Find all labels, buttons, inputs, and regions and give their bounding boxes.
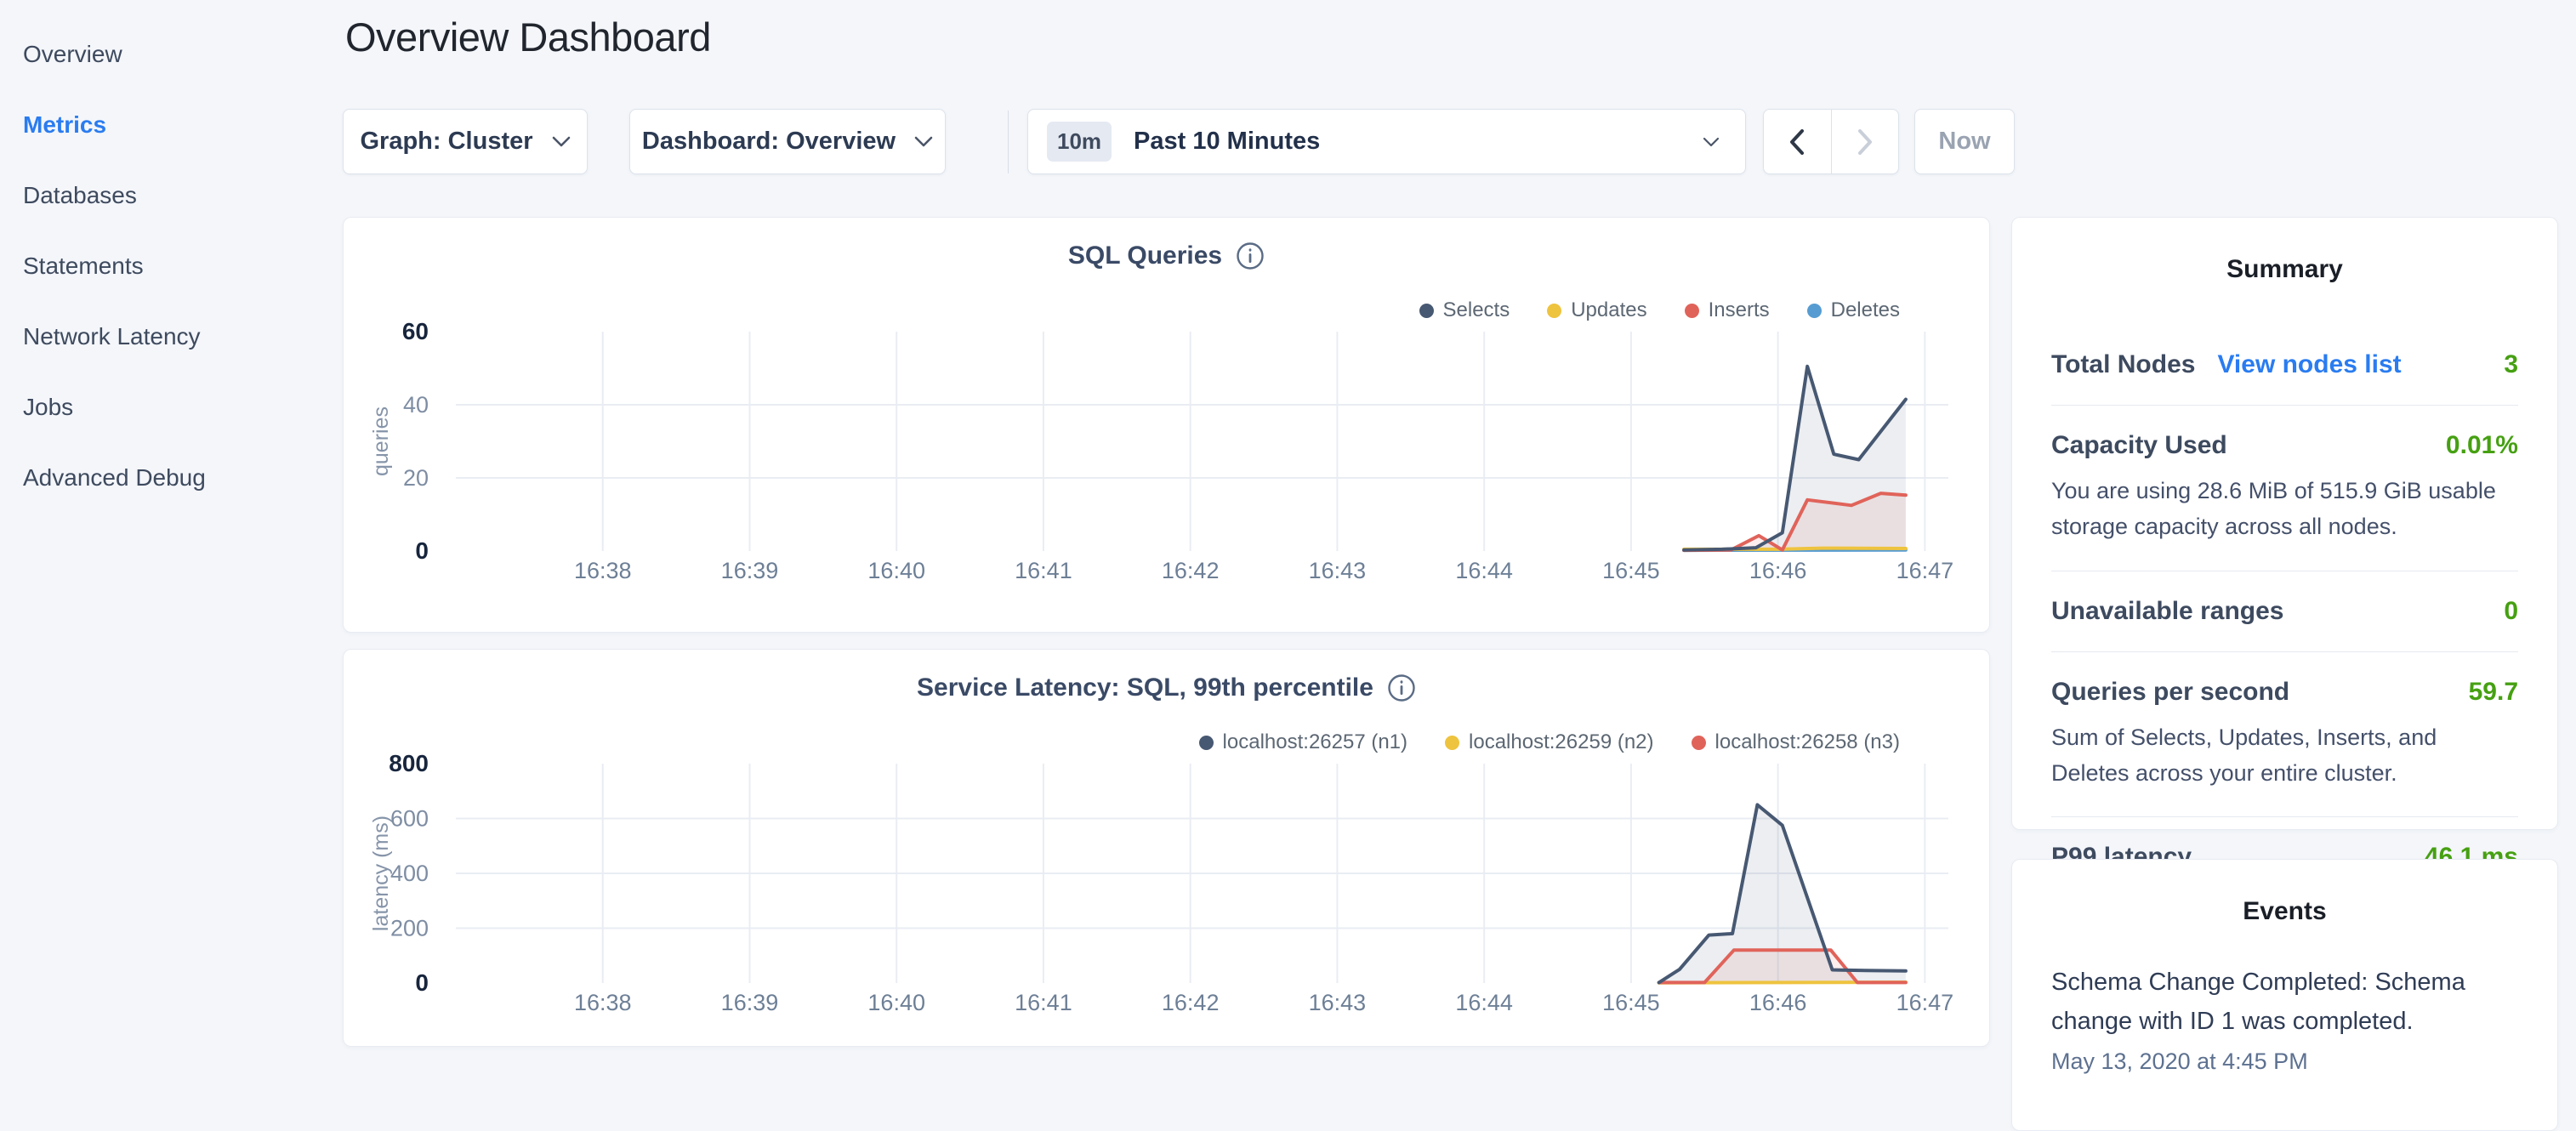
- now-button-label: Now: [1938, 128, 1990, 156]
- x-tick-label: 16:46: [1749, 558, 1807, 583]
- x-tick-label: 16:40: [867, 990, 925, 1015]
- sidebar-item-overview[interactable]: Overview: [0, 19, 323, 89]
- chevron-down-icon: [1703, 137, 1720, 147]
- events-panel: Events Schema Change Completed: Schema c…: [2011, 859, 2558, 1131]
- x-tick-label: 16:43: [1309, 558, 1367, 583]
- graph-dropdown-label: Graph: Cluster: [360, 128, 532, 156]
- y-tick-label: 0: [415, 969, 429, 996]
- x-tick-label: 16:47: [1896, 558, 1954, 583]
- chevron-right-icon: [1857, 129, 1873, 155]
- sidebar-item-advanced-debug[interactable]: Advanced Debug: [0, 442, 323, 513]
- summary-row-description: Sum of Selects, Updates, Inserts, and De…: [2051, 720, 2518, 792]
- summary-row-value: 3: [2504, 350, 2518, 379]
- time-range-label: Past 10 Minutes: [1134, 128, 1320, 156]
- sidebar-item-metrics[interactable]: Metrics: [0, 89, 323, 160]
- sidebar-item-jobs[interactable]: Jobs: [0, 372, 323, 442]
- chevron-down-icon: [914, 136, 933, 147]
- summary-row-unavailable-ranges: Unavailable ranges 0: [2051, 571, 2518, 652]
- x-tick-label: 16:41: [1015, 558, 1072, 583]
- x-tick-label: 16:39: [721, 558, 779, 583]
- x-tick-label: 16:42: [1162, 558, 1220, 583]
- y-tick-label: 800: [389, 750, 429, 776]
- y-tick-label: 400: [390, 861, 429, 886]
- summary-row-label: Queries per second: [2051, 678, 2289, 707]
- x-tick-label: 16:44: [1455, 990, 1513, 1015]
- x-tick-label: 16:44: [1455, 558, 1513, 583]
- page-title: Overview Dashboard: [345, 14, 711, 60]
- summary-row-label: Capacity Used: [2051, 431, 2227, 460]
- summary-row-queries-per-second: Queries per second 59.7 Sum of Selects, …: [2051, 652, 2518, 818]
- sql-queries-card: SQL Queries SelectsUpdatesInsertsDeletes…: [343, 217, 1990, 633]
- sidebar: Overview Metrics Databases Statements Ne…: [0, 0, 323, 513]
- sidebar-item-statements[interactable]: Statements: [0, 230, 323, 301]
- chevron-down-icon: [552, 136, 571, 147]
- x-tick-label: 16:39: [721, 990, 779, 1015]
- x-tick-label: 16:38: [574, 990, 632, 1015]
- x-tick-label: 16:38: [574, 558, 632, 583]
- x-tick-label: 16:46: [1749, 990, 1807, 1015]
- x-tick-label: 16:42: [1162, 990, 1220, 1015]
- sidebar-item-network-latency[interactable]: Network Latency: [0, 301, 323, 372]
- time-pager: [1763, 109, 1899, 174]
- service-latency-card: Service Latency: SQL, 99th percentile lo…: [343, 649, 1990, 1047]
- summary-row-value: 0: [2504, 597, 2518, 626]
- now-button[interactable]: Now: [1914, 109, 2015, 174]
- summary-row-value: 0.01%: [2446, 431, 2518, 460]
- y-tick-label: 40: [403, 392, 429, 418]
- x-tick-label: 16:40: [867, 558, 925, 583]
- summary-row-label: Unavailable ranges: [2051, 597, 2283, 626]
- y-axis-title: latency (ms): [369, 816, 393, 931]
- y-tick-label: 0: [415, 537, 429, 564]
- events-title: Events: [2051, 897, 2518, 926]
- dashboard-dropdown-label: Dashboard: Overview: [642, 128, 896, 156]
- event-timestamp: May 13, 2020 at 4:45 PM: [2051, 1049, 2518, 1075]
- service-latency-plot[interactable]: 0 200 400 600 800 16:38 16:39 16:40 16:41 16:42 16…: [344, 650, 1991, 1054]
- x-tick-label: 16:47: [1896, 990, 1954, 1015]
- summary-row-capacity-used: Capacity Used 0.01% You are using 28.6 M…: [2051, 406, 2518, 571]
- dashboard-dropdown[interactable]: Dashboard: Overview: [629, 109, 946, 174]
- sidebar-item-databases[interactable]: Databases: [0, 160, 323, 230]
- view-nodes-list-link[interactable]: View nodes list: [2217, 350, 2401, 379]
- y-tick-label: 60: [402, 318, 429, 344]
- graph-dropdown[interactable]: Graph: Cluster: [343, 109, 588, 174]
- next-interval-button[interactable]: [1832, 110, 1899, 173]
- chevron-left-icon: [1789, 129, 1805, 155]
- summary-row-total-nodes: Total Nodes View nodes list 3: [2051, 325, 2518, 406]
- summary-panel: Summary Total Nodes View nodes list 3 Ca…: [2011, 217, 2558, 830]
- summary-row-description: You are using 28.6 MiB of 515.9 GiB usab…: [2051, 474, 2518, 545]
- x-tick-label: 16:45: [1602, 990, 1660, 1015]
- time-range-badge: 10m: [1047, 122, 1112, 162]
- summary-title: Summary: [2051, 255, 2518, 284]
- y-axis-title: queries: [369, 406, 393, 476]
- sql-queries-plot[interactable]: 0 20 40 60 16:38 16:39 16:40 16:41 16:42 16:43 16:…: [344, 218, 1991, 622]
- x-tick-label: 16:43: [1309, 990, 1367, 1015]
- x-tick-label: 16:41: [1015, 990, 1072, 1015]
- event-item[interactable]: Schema Change Completed: Schema change w…: [2051, 963, 2518, 1075]
- y-tick-label: 200: [390, 916, 429, 941]
- y-tick-label: 600: [390, 806, 429, 832]
- prev-interval-button[interactable]: [1764, 110, 1831, 173]
- event-text: Schema Change Completed: Schema change w…: [2051, 963, 2518, 1042]
- time-range-selector[interactable]: 10m Past 10 Minutes: [1027, 109, 1746, 174]
- controls-divider: [1008, 111, 1009, 173]
- summary-row-label: Total Nodes: [2051, 350, 2195, 379]
- summary-row-value: 59.7: [2469, 678, 2518, 707]
- x-tick-label: 16:45: [1602, 558, 1660, 583]
- y-tick-label: 20: [403, 465, 429, 491]
